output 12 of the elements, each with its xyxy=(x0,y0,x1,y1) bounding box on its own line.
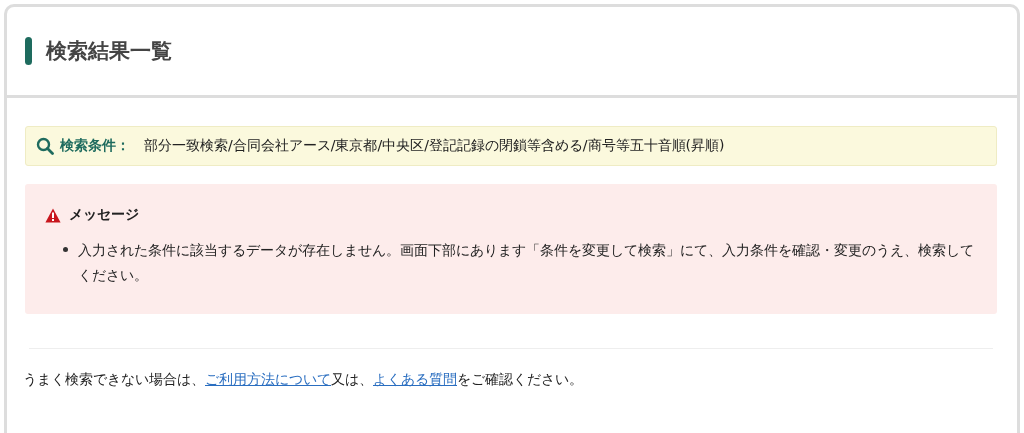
warning-icon xyxy=(45,207,61,223)
search-icon xyxy=(36,137,54,155)
message-title: メッセージ xyxy=(69,206,139,224)
help-sentence: うまく検索できない場合は、ご利用方法について又は、よくある質問をご確認ください。 xyxy=(23,371,584,389)
conditions-label: 検索条件： xyxy=(60,137,130,155)
title-accent-bar xyxy=(25,37,32,65)
page-title: 検索結果一覧 xyxy=(46,38,172,65)
conditions-value: 部分一致検索/合同会社アース/東京都/中央区/登記記録の閉鎖等含める/商号等五十音順(昇順) xyxy=(144,137,725,155)
help-link[interactable]: ご利用方法について xyxy=(205,371,331,387)
help-link[interactable]: よくある質問 xyxy=(373,371,457,387)
message-text: 入力された条件に該当するデータが存在しません。画面下部にあります「条件を変更して検索」にて、入力条件を確認・変更のうえ、検索してください。 xyxy=(78,241,975,285)
bullet-icon xyxy=(63,247,68,252)
